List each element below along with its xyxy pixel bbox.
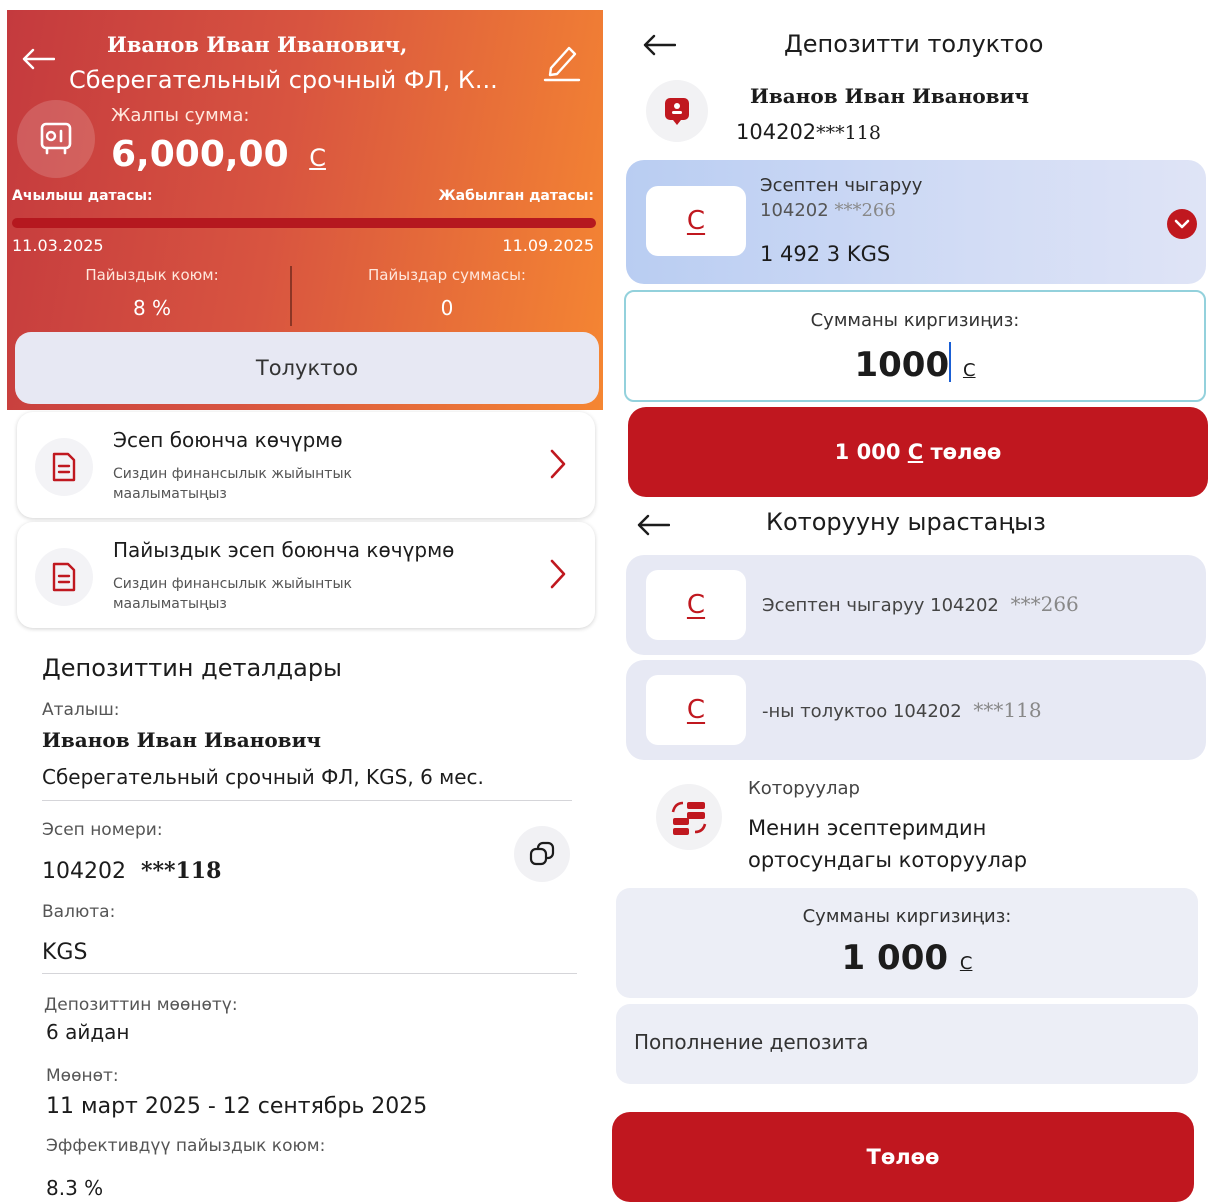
edit-pencil-icon[interactable] <box>542 36 582 84</box>
transfers-label: Которуулар <box>748 778 860 799</box>
to-account: -ны толуктоо 104202 ***118 <box>762 698 1042 722</box>
chevron-right-icon <box>550 559 566 589</box>
som-currency-icon: С <box>309 144 326 172</box>
rate-label: Пайыздык коюм: <box>85 266 219 284</box>
som-currency-icon: С <box>962 360 976 381</box>
deposit-details-screen: Иванов Иван Иванович, Сберегательный сро… <box>0 0 606 1203</box>
copy-icon[interactable] <box>514 826 570 882</box>
open-date: 11.03.2025 <box>12 236 104 255</box>
debit-label: Эсептен чыгаруу <box>760 175 923 196</box>
deposit-header: Иванов Иван Иванович, Сберегательный сро… <box>7 10 603 410</box>
recipient-name: Иванов Иван Иванович <box>750 84 1030 108</box>
period-label: Мөөнөт: <box>46 1066 119 1086</box>
term-value: 6 айдан <box>46 1020 130 1044</box>
from-account: Эсептен чыгаруу 104202 ***266 <box>762 592 1079 616</box>
back-arrow-icon[interactable] <box>636 514 670 536</box>
purpose-field[interactable]: Пополнение депозита <box>616 1004 1198 1084</box>
confirm-amount-field: Сумманы киргизиңиз: 1 000 С <box>616 888 1198 998</box>
amount-value: 1000 С <box>626 342 1204 385</box>
effective-rate-value: 8.3 % <box>46 1176 104 1200</box>
close-date: 11.09.2025 <box>502 236 594 255</box>
header-divider <box>290 266 292 326</box>
name-label: Аталыш: <box>42 700 120 720</box>
account-statement-card[interactable]: Эсеп боюнча көчүрмө Сиздин финансылык жы… <box>17 412 595 518</box>
som-currency-icon: С <box>959 953 973 974</box>
topup-button[interactable]: Толуктоо <box>15 332 599 404</box>
open-date-label: Ачылыш датасы: <box>12 188 153 204</box>
debit-balance: 1 492 3 KGS <box>760 242 891 266</box>
amount-value: 1 000 С <box>841 938 973 978</box>
debit-account-card[interactable]: С Эсептен чыгаруу 104202 ***266 1 492 3 … <box>626 160 1206 284</box>
som-currency-icon: С <box>646 570 746 640</box>
purpose-text: Пополнение депозита <box>634 1030 869 1054</box>
term-label: Депозиттин мөөнөтү: <box>44 995 238 1015</box>
pay-amount-button[interactable]: 1 000 С төлөө <box>628 407 1208 497</box>
interest-statement-card[interactable]: Пайыздык эсеп боюнча көчүрмө Сиздин фина… <box>17 522 595 628</box>
card-title: Эсеп боюнча көчүрмө <box>113 428 343 452</box>
from-account-card: С Эсептен чыгаруу 104202 ***266 <box>626 555 1206 655</box>
transfers-type-line1: Менин эсептеримдин <box>748 816 987 840</box>
close-date-label: Жабылган датасы: <box>438 188 594 204</box>
text-cursor <box>949 342 952 382</box>
amount-label: Сумманы киргизиңиз: <box>810 310 1020 331</box>
interest-label: Пайыздар суммасы: <box>368 266 526 284</box>
term-progress-bar <box>12 218 596 228</box>
back-arrow-icon[interactable] <box>642 34 676 56</box>
back-arrow-icon[interactable] <box>21 48 55 70</box>
amount-input[interactable]: Сумманы киргизиңиз: 1000 С <box>624 290 1206 402</box>
transfer-icon <box>656 784 722 850</box>
safe-icon <box>17 100 95 178</box>
divider <box>42 973 577 974</box>
recipient-account: 104202***118 <box>736 120 881 144</box>
product-name: Сберегательный срочный ФЛ, К... <box>69 66 498 94</box>
holder-name: Иванов Иван Иванович, <box>107 32 408 57</box>
amount-label: Сумманы киргизиңиз: <box>802 906 1012 927</box>
chevron-right-icon <box>550 449 566 479</box>
debit-account: 104202 ***266 <box>760 200 896 221</box>
period-value: 11 март 2025 - 12 сентябрь 2025 <box>46 1094 428 1119</box>
account-label: Эсеп номери: <box>42 820 163 840</box>
document-icon <box>35 438 93 496</box>
to-account-card: С -ны толуктоо 104202 ***118 <box>626 660 1206 760</box>
interest-value: 0 <box>440 296 454 320</box>
total-amount: 6,000,00 С <box>111 134 326 175</box>
effective-rate-label: Эффективдүү пайыздык коюм: <box>46 1136 326 1156</box>
card-subtitle: Сиздин финансылык жыйынтык маалыматыңыз <box>113 576 352 612</box>
document-icon <box>35 548 93 606</box>
topup-screen: Депозитти толуктоо Иванов Иван Иванович … <box>606 0 1213 1203</box>
som-currency-icon: С <box>646 186 746 256</box>
total-label: Жалпы сумма: <box>111 105 250 126</box>
user-badge-icon <box>646 80 708 142</box>
currency-label: Валюта: <box>42 902 116 922</box>
card-subtitle: Сиздин финансылык жыйынтык маалыматыңыз <box>113 466 352 502</box>
currency-value: KGS <box>42 940 88 965</box>
rate-value: 8 % <box>132 296 172 320</box>
product-value: Сберегательный срочный ФЛ, KGS, 6 мес. <box>42 765 484 789</box>
chevron-down-icon[interactable] <box>1166 208 1198 240</box>
som-currency-icon: С <box>646 675 746 745</box>
holder-name-value: Иванов Иван Иванович <box>42 728 322 752</box>
card-title: Пайыздык эсеп боюнча көчүрмө <box>113 538 455 562</box>
topup-title: Депозитти толуктоо <box>784 30 1044 58</box>
details-title: Депозиттин деталдары <box>42 654 342 682</box>
divider <box>42 800 572 801</box>
account-number: 104202 ***118 <box>42 858 222 884</box>
confirm-title: Которууну ырастаңыз <box>766 508 1046 536</box>
pay-button[interactable]: Төлөө <box>612 1112 1194 1202</box>
transfers-type-line2: ортосундагы которуулар <box>748 848 1028 872</box>
